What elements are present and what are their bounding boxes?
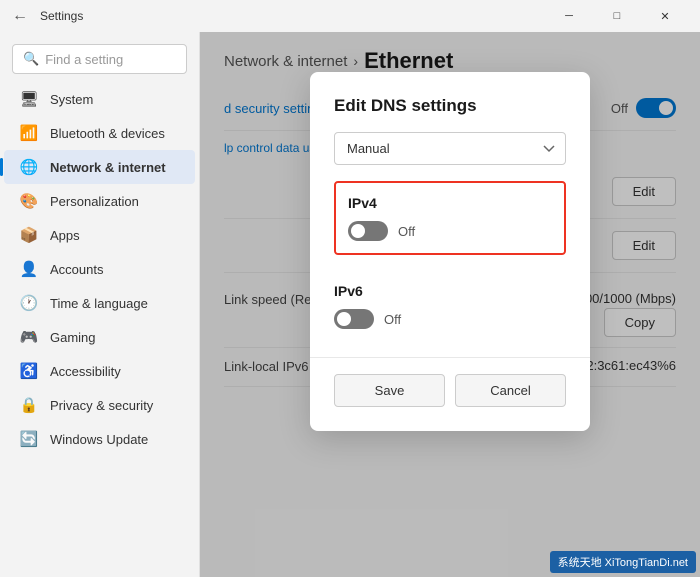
titlebar-left: ← Settings (12, 7, 83, 25)
minimize-button[interactable]: ─ (546, 0, 592, 32)
sidebar-item-label: Gaming (50, 330, 96, 345)
sidebar-item-label: Time & language (50, 296, 148, 311)
apps-icon: 📦 (20, 226, 38, 244)
edit-dns-modal: Edit DNS settings Manual Automatic (DHCP… (310, 72, 590, 431)
sidebar-item-apps[interactable]: 📦 Apps (4, 218, 195, 252)
titlebar: ← Settings ─ □ ✕ (0, 0, 700, 32)
titlebar-controls: ─ □ ✕ (546, 0, 688, 32)
modal-title: Edit DNS settings (334, 96, 566, 116)
bluetooth-icon: 📶 (20, 124, 38, 142)
search-placeholder: Find a setting (45, 52, 123, 67)
save-button[interactable]: Save (334, 374, 445, 407)
dns-mode-select[interactable]: Manual Automatic (DHCP) (334, 132, 566, 165)
content-area: Network & internet › Ethernet d security… (200, 32, 700, 577)
system-icon: 🖥 (20, 90, 38, 108)
ipv4-label: IPv4 (348, 195, 552, 211)
gaming-icon: 🎮 (20, 328, 38, 346)
sidebar-item-network[interactable]: 🌐 Network & internet (4, 150, 195, 184)
search-container[interactable]: 🔍 Find a setting (12, 44, 187, 74)
ipv6-toggle[interactable] (334, 309, 374, 329)
sidebar-item-label: Windows Update (50, 432, 148, 447)
sidebar-item-label: Network & internet (50, 160, 166, 175)
sidebar-item-privacy[interactable]: 🔒 Privacy & security (4, 388, 195, 422)
titlebar-title: Settings (40, 9, 83, 23)
sidebar: 🔍 Find a setting 🖥 System 📶 Bluetooth & … (0, 32, 200, 577)
sidebar-item-label: Bluetooth & devices (50, 126, 165, 141)
modal-overlay: Edit DNS settings Manual Automatic (DHCP… (200, 32, 700, 577)
sidebar-item-label: Accessibility (50, 364, 121, 379)
sidebar-item-time[interactable]: 🕐 Time & language (4, 286, 195, 320)
ipv6-toggle-row: Off (334, 309, 566, 329)
search-icon: 🔍 (23, 51, 39, 67)
sidebar-item-personalization[interactable]: 🎨 Personalization (4, 184, 195, 218)
ipv4-toggle-row: Off (348, 221, 552, 241)
sidebar-item-bluetooth[interactable]: 📶 Bluetooth & devices (4, 116, 195, 150)
ipv6-toggle-knob (337, 312, 351, 326)
sidebar-item-system[interactable]: 🖥 System (4, 82, 195, 116)
ipv4-section: IPv4 Off (334, 181, 566, 255)
ipv4-toggle-knob (351, 224, 365, 238)
ipv4-toggle[interactable] (348, 221, 388, 241)
modal-footer: Save Cancel (334, 374, 566, 407)
update-icon: 🔄 (20, 430, 38, 448)
personalization-icon: 🎨 (20, 192, 38, 210)
accessibility-icon: ♿ (20, 362, 38, 380)
app-container: 🔍 Find a setting 🖥 System 📶 Bluetooth & … (0, 32, 700, 577)
sidebar-item-gaming[interactable]: 🎮 Gaming (4, 320, 195, 354)
sidebar-item-label: Privacy & security (50, 398, 153, 413)
modal-divider (310, 357, 590, 358)
ipv4-toggle-label: Off (398, 224, 415, 239)
sidebar-item-label: Apps (50, 228, 80, 243)
sidebar-item-label: Personalization (50, 194, 139, 209)
close-button[interactable]: ✕ (642, 0, 688, 32)
back-button[interactable]: ← (12, 7, 28, 25)
time-icon: 🕐 (20, 294, 38, 312)
sidebar-item-accounts[interactable]: 👤 Accounts (4, 252, 195, 286)
ipv6-heading: IPv6 (334, 283, 566, 299)
sidebar-item-update[interactable]: 🔄 Windows Update (4, 422, 195, 456)
sidebar-item-accessibility[interactable]: ♿ Accessibility (4, 354, 195, 388)
sidebar-item-label: System (50, 92, 93, 107)
accounts-icon: 👤 (20, 260, 38, 278)
ipv6-section: IPv6 Off (334, 271, 566, 341)
sidebar-item-label: Accounts (50, 262, 103, 277)
maximize-button[interactable]: □ (594, 0, 640, 32)
cancel-button[interactable]: Cancel (455, 374, 566, 407)
network-icon: 🌐 (20, 158, 38, 176)
ipv6-toggle-label: Off (384, 312, 401, 327)
privacy-icon: 🔒 (20, 396, 38, 414)
watermark: 系统天地 XiTongTianDi.net (550, 551, 696, 573)
